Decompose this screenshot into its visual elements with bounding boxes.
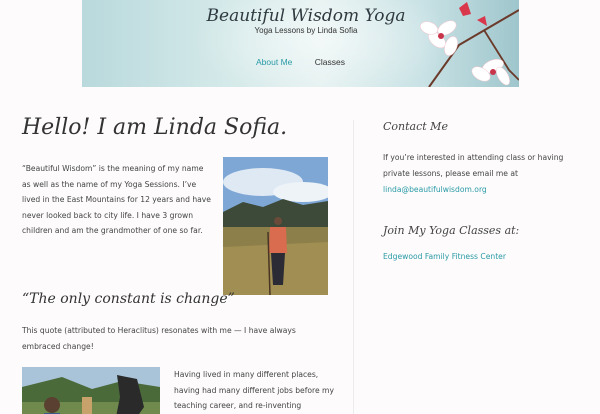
site-title[interactable]: Beautiful Wisdom Yoga — [146, 6, 466, 26]
join-heading: Join My Yoga Classes at: — [383, 224, 520, 237]
header-banner: Beautiful Wisdom Yoga Yoga Lessons by Li… — [82, 0, 519, 87]
site-tagline: Yoga Lessons by Linda Sofia — [254, 26, 358, 35]
linda-portrait-photo — [223, 157, 328, 295]
contact-paragraph: If you’re interested in attending class … — [383, 150, 578, 198]
nav-classes[interactable]: Classes — [315, 57, 345, 67]
main-nav: About Me Classes — [82, 57, 519, 67]
contact-email-link[interactable]: linda@beautifulwisdom.org — [383, 185, 487, 194]
main-content: Hello! I am Linda Sofia. “Beautiful Wisd… — [22, 115, 334, 414]
quote-heading: “The only constant is change” — [22, 291, 235, 307]
quote-paragraph: This quote (attributed to Heraclitus) re… — [22, 326, 296, 351]
nav-about-me[interactable]: About Me — [256, 57, 292, 67]
page-title: Hello! I am Linda Sofia. — [22, 115, 288, 140]
lived-paragraph: Having lived in many different places, h… — [174, 370, 334, 410]
column-divider — [353, 120, 354, 414]
contact-text: If you’re interested in attending class … — [383, 153, 564, 178]
fitness-center-link[interactable]: Edgewood Family Fitness Center — [383, 252, 506, 261]
contact-heading: Contact Me — [383, 120, 448, 133]
intro-paragraph: “Beautiful Wisdom” is the meaning of my … — [22, 164, 211, 235]
horse-photo — [22, 367, 160, 414]
